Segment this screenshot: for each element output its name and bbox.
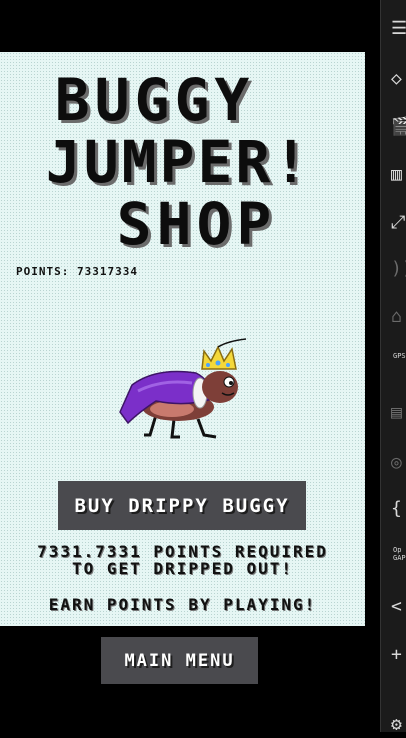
requirement-line-2: TO GET DRIPPED OUT!: [71, 559, 294, 578]
video-camera-icon[interactable]: 🎬: [381, 114, 406, 140]
panels-icon[interactable]: ▥: [381, 162, 406, 188]
share-icon[interactable]: <: [381, 594, 406, 620]
shop-screen: BUGGY JUMPER! SHOP POINTS: 73317334 BUY …: [0, 52, 365, 626]
drippy-buggy-sprite: [119, 338, 247, 439]
bug-antenna: [217, 338, 247, 348]
title-line-2: JUMPER!: [45, 128, 312, 196]
tag-icon[interactable]: ◇: [381, 66, 406, 92]
title-line-3: SHOP: [116, 190, 277, 258]
emulator-sidebar: ☰ ◇ 🎬 ▥ ⤢)) ⌂ GPS ▤ ◎ { Op GAP < + ⚙: [380, 0, 406, 735]
opengapps-icon[interactable]: Op GAP: [381, 546, 406, 572]
film-icon[interactable]: ▤: [381, 400, 406, 426]
gps-icon[interactable]: GPS: [381, 352, 406, 378]
bug-leg: [144, 414, 158, 437]
settings-icon[interactable]: ⚙: [381, 712, 406, 738]
bug-head: [202, 371, 238, 403]
points-label: POINTS:: [16, 265, 70, 278]
buy-drippy-buggy-button[interactable]: BUY DRIPPY BUGGY: [58, 481, 306, 530]
earn-points-hint: EARN POINTS BY PLAYING!: [48, 595, 317, 614]
main-menu-button[interactable]: MAIN MENU: [101, 637, 258, 684]
bug-leg: [196, 418, 217, 439]
menu-icon[interactable]: ☰: [381, 16, 406, 42]
code-braces-icon[interactable]: {: [381, 496, 406, 522]
fullscreen-icon[interactable]: ⤢: [381, 210, 406, 236]
points-value: 73317334: [76, 265, 138, 278]
fingerprint-icon[interactable]: ◎: [381, 450, 406, 476]
wifi-icon[interactable]: )): [381, 256, 406, 282]
points-display: POINTS: 73317334: [16, 265, 138, 278]
home-icon[interactable]: ⌂: [381, 304, 406, 330]
title-line-1: BUGGY: [54, 66, 255, 134]
bug-leg: [170, 418, 180, 439]
add-icon[interactable]: +: [381, 642, 406, 668]
